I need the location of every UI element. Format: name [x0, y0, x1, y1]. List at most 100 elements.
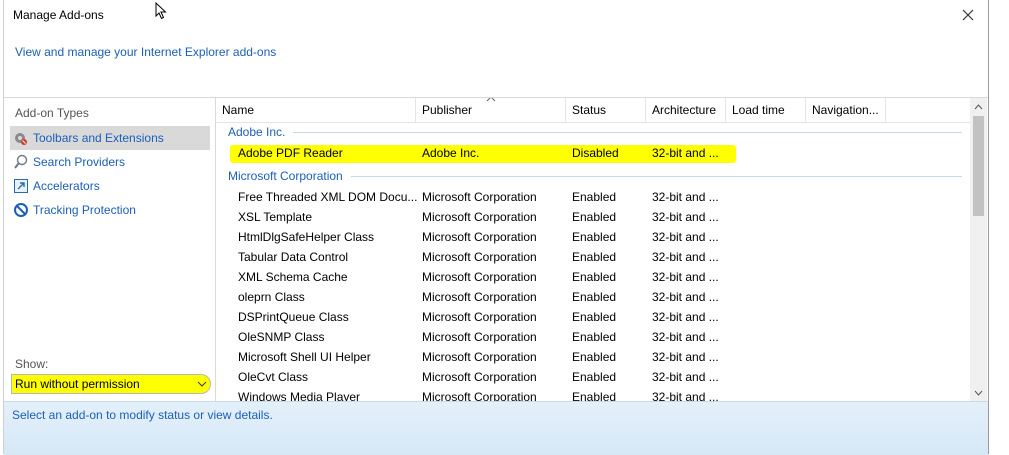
addons-list: Name Publisher Status Architecture Load …	[216, 98, 988, 401]
cell-name: XSL Template	[238, 210, 313, 224]
cell-name: Windows Media Player	[238, 390, 361, 401]
cell-publisher: Microsoft Corporation	[422, 270, 537, 284]
addon-type-tracking-protection[interactable]: Tracking Protection	[10, 198, 210, 222]
table-row[interactable]: XML Schema Cache Microsoft Corporation E…	[216, 267, 970, 287]
cell-status: Enabled	[572, 190, 617, 204]
table-row[interactable]: Adobe PDF Reader Adobe Inc. Disabled 32-…	[216, 143, 970, 163]
addon-types-pane: Add-on Types Toolbars and Extensions Sea…	[4, 98, 214, 401]
cell-name: XML Schema Cache	[238, 270, 348, 284]
show-dropdown[interactable]: Run without permission	[11, 374, 211, 394]
addon-types-list: Toolbars and Extensions Search Providers	[10, 126, 210, 222]
cell-architecture: 32-bit and ...	[652, 350, 719, 364]
details-pane: Select an add-on to modify status or vie…	[4, 401, 988, 455]
addon-type-toolbars-and-extensions[interactable]: Toolbars and Extensions	[10, 126, 210, 150]
table-row[interactable]: OleCvt Class Microsoft Corporation Enabl…	[216, 367, 970, 387]
show-label: Show:	[15, 357, 49, 371]
addon-type-label: Tracking Protection	[33, 203, 136, 217]
cell-architecture: 32-bit and ...	[652, 370, 719, 384]
cell-name: OleSNMP Class	[238, 330, 325, 344]
chevron-down-icon	[194, 381, 210, 387]
title-bar: Manage Add-ons	[4, 0, 988, 30]
cell-name: OleCvt Class	[238, 370, 309, 384]
cell-status: Enabled	[572, 230, 617, 244]
group-label: Microsoft Corporation	[228, 169, 343, 183]
window-title: Manage Add-ons	[13, 8, 104, 22]
cell-architecture: 32-bit and ...	[652, 250, 719, 264]
sort-caret-icon	[486, 98, 496, 102]
cell-publisher: Microsoft Corporation	[422, 290, 537, 304]
table-row[interactable]: DSPrintQueue Class Microsoft Corporation…	[216, 307, 970, 327]
cell-publisher: Microsoft Corporation	[422, 250, 537, 264]
cell-name: Microsoft Shell UI Helper	[238, 350, 371, 364]
cell-publisher: Microsoft Corporation	[422, 330, 537, 344]
cell-status: Enabled	[572, 250, 617, 264]
gear-icon	[13, 130, 29, 146]
cell-architecture: 32-bit and ...	[652, 390, 719, 401]
cell-publisher: Microsoft Corporation	[422, 230, 537, 244]
table-row[interactable]: XSL Template Microsoft Corporation Enabl…	[216, 207, 970, 227]
cell-status: Enabled	[572, 350, 617, 364]
table-row[interactable]: oleprn Class Microsoft Corporation Enabl…	[216, 287, 970, 307]
table-row[interactable]: Microsoft Shell UI Helper Microsoft Corp…	[216, 347, 970, 367]
table-row[interactable]: Free Threaded XML DOM Docu... Microsoft …	[216, 187, 970, 207]
column-name[interactable]: Name	[216, 98, 416, 122]
group-header-adobe[interactable]: Adobe Inc.	[216, 122, 962, 142]
cell-publisher: Microsoft Corporation	[422, 370, 537, 384]
accelerator-icon	[13, 178, 29, 194]
block-icon	[13, 202, 29, 218]
close-button[interactable]	[954, 2, 982, 28]
table-row[interactable]: Windows Media Player Microsoft Corporati…	[216, 387, 970, 401]
cell-status: Disabled	[572, 146, 619, 160]
addon-type-label: Search Providers	[33, 155, 126, 169]
cell-name: Adobe PDF Reader	[238, 146, 343, 160]
column-label: Name	[222, 103, 255, 117]
chevron-down-icon	[974, 390, 983, 396]
cell-architecture: 32-bit and ...	[652, 310, 719, 324]
vertical-scrollbar[interactable]	[970, 98, 987, 401]
column-label: Architecture	[652, 103, 717, 117]
cell-publisher: Microsoft Corporation	[422, 390, 537, 401]
column-navigation[interactable]: Navigation...	[806, 98, 886, 122]
scroll-up-button[interactable]	[970, 98, 987, 115]
table-row[interactable]: Tabular Data Control Microsoft Corporati…	[216, 247, 970, 267]
cell-name: HtmlDlgSafeHelper Class	[238, 230, 375, 244]
addon-type-search-providers[interactable]: Search Providers	[10, 150, 210, 174]
addon-type-label: Accelerators	[33, 179, 100, 193]
cell-publisher: Microsoft Corporation	[422, 350, 537, 364]
scroll-down-button[interactable]	[970, 384, 987, 401]
chevron-up-icon	[974, 103, 983, 109]
column-label: Status	[572, 103, 607, 117]
cell-status: Enabled	[572, 290, 617, 304]
cell-architecture: 32-bit and ...	[652, 190, 719, 204]
group-header-microsoft[interactable]: Microsoft Corporation	[216, 166, 962, 186]
show-dropdown-value: Run without permission	[15, 377, 140, 391]
cell-status: Enabled	[572, 370, 617, 384]
column-load-time[interactable]: Load time	[726, 98, 806, 122]
column-label: Load time	[732, 103, 785, 117]
cell-architecture: 32-bit and ...	[652, 230, 719, 244]
group-label: Adobe Inc.	[228, 125, 286, 139]
cell-architecture: 32-bit and ...	[652, 146, 719, 160]
search-icon	[13, 154, 29, 170]
cell-publisher: Microsoft Corporation	[422, 190, 537, 204]
column-architecture[interactable]: Architecture	[646, 98, 726, 122]
addon-types-heading: Add-on Types	[15, 106, 89, 120]
mouse-cursor-icon	[155, 2, 167, 20]
group-divider	[350, 175, 962, 177]
column-label: Publisher	[422, 103, 473, 117]
details-text: Select an add-on to modify status or vie…	[12, 408, 273, 422]
addon-type-accelerators[interactable]: Accelerators	[10, 174, 210, 198]
table-row[interactable]: OleSNMP Class Microsoft Corporation Enab…	[216, 327, 970, 347]
table-row[interactable]: HtmlDlgSafeHelper Class Microsoft Corpor…	[216, 227, 970, 247]
header-link[interactable]: View and manage your Internet Explorer a…	[15, 45, 276, 59]
cell-name: oleprn Class	[238, 290, 305, 304]
cell-publisher: Adobe Inc.	[422, 146, 480, 160]
cell-status: Enabled	[572, 270, 617, 284]
column-status[interactable]: Status	[566, 98, 646, 122]
scroll-thumb[interactable]	[973, 116, 984, 216]
cell-status: Enabled	[572, 390, 617, 401]
manage-addons-window: Manage Add-ons View and manage your Inte…	[3, 0, 989, 455]
cell-status: Enabled	[572, 330, 617, 344]
column-header: Name Publisher Status Architecture Load …	[216, 98, 970, 123]
cell-name: Tabular Data Control	[238, 250, 349, 264]
